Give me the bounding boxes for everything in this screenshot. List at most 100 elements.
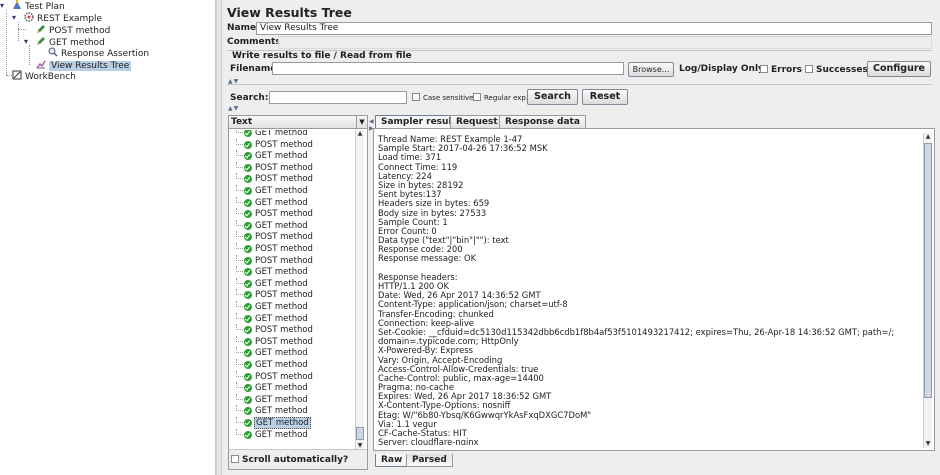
success-check-icon [244,291,252,300]
search-label: Search: [230,93,269,103]
success-check-icon [244,210,252,219]
collapse-arrows-icon[interactable]: ▲▼ [228,105,239,112]
checkbox-box[interactable] [412,93,420,101]
success-check-icon [244,279,252,288]
chevron-down-icon[interactable]: ▼ [356,116,367,128]
errors-checkbox-label: Errors [771,65,803,75]
tab-raw[interactable]: Raw [375,454,409,467]
success-check-icon [244,303,252,311]
regex-checkbox[interactable]: Regular exp. [473,92,528,104]
result-line: Connect Time: 119 [378,161,458,172]
tree-connector [236,405,243,412]
list-item-label: GET method [255,429,308,440]
pane-splitter[interactable] [216,0,222,475]
result-line: Etag: W/"6b80-Ybsq/K6GwwqrYkAsFxqDXGC7Do… [378,409,592,420]
checkbox-box[interactable] [805,65,813,73]
browse-button[interactable]: Browse... [628,62,674,77]
scrollbar-thumb[interactable] [356,427,364,440]
list-item-label: POST method [255,174,313,185]
sampler-result-text[interactable]: Thread Name: REST Example 1-47 Sample Sta… [378,135,916,445]
tab-sampler-result[interactable]: Sampler result [375,115,462,128]
tree-connector [236,417,243,423]
tree-connector [236,243,243,249]
tree-connector [236,428,243,435]
expand-toggle-icon[interactable]: ▾ [12,12,16,24]
tree-connector [236,277,243,284]
scroll-automatically-checkbox[interactable]: Scroll automatically? [231,454,348,466]
result-line: Response headers: [378,271,458,282]
success-check-icon [244,326,252,335]
errors-checkbox[interactable]: Errors [760,64,802,76]
list-item-label: GET method [255,394,308,405]
checkbox-box[interactable] [231,455,239,463]
checkbox-box[interactable] [473,93,481,101]
tab-request[interactable]: Request [450,115,504,128]
magnifier-icon [48,47,58,57]
tree-connector [236,150,243,157]
configure-button[interactable]: Configure [867,61,931,77]
result-line: Body size in bytes: 27533 [378,207,487,218]
tree-connector [236,324,243,331]
success-check-icon [244,245,252,253]
tree-connector [236,130,243,133]
list-item-label: GET method [255,278,308,289]
success-check-icon [244,419,252,427]
comments-field[interactable] [278,36,932,49]
tree-connector [236,301,243,307]
test-plan-icon [13,0,21,9]
tab-response-data[interactable]: Response data [499,115,586,128]
result-line: Sample Start: 2017-04-26 17:36:52 MSK [378,143,548,154]
search-input[interactable] [269,91,407,104]
tree-item-workbench[interactable]: WorkBench [12,70,76,82]
list-item-label: GET method [255,302,308,312]
success-check-icon [244,198,252,207]
scroll-up-icon[interactable]: ▲ [924,133,932,141]
tree-item-rest-example[interactable]: ▾ REST Example [12,12,102,24]
tree-connector [236,138,243,145]
results-column-title: Text [231,117,253,127]
search-button[interactable]: Search [527,89,578,105]
tree-connector [236,185,243,191]
tree-connector [236,208,243,215]
expand-toggle-icon[interactable]: ▾ [0,0,4,12]
success-check-icon [244,314,252,323]
checkbox-box[interactable] [760,65,768,73]
comments-label: Comments: [227,37,285,47]
filename-input[interactable] [272,62,624,75]
list-item-label: POST method [255,209,313,220]
results-list-header[interactable]: Text ▼ [229,116,367,129]
workbench-icon [12,70,22,80]
tree-connector [236,231,243,238]
reset-button[interactable]: Reset [582,89,628,105]
tree-item-test-plan[interactable]: ▾ Test Plan [0,0,65,12]
test-plan-tree[interactable]: ▾ Test Plan ▾ REST Example POST method ▾… [0,0,216,475]
sampler-result-scrollbar[interactable]: ▲ ▼ [923,133,932,448]
success-check-icon [244,372,252,381]
case-sensitive-checkbox[interactable]: Case sensitive [412,92,473,104]
success-check-icon [244,337,252,346]
success-check-icon [244,163,252,172]
scrollbar-thumb[interactable] [924,143,932,398]
successes-checkbox-label: Successes [816,65,868,75]
list-item-label: GET method [255,360,308,370]
scroll-up-icon[interactable]: ▲ [356,130,364,138]
result-line: Load time: 371 [378,152,442,163]
tree-connector [6,10,7,75]
tab-parsed[interactable]: Parsed [406,454,453,467]
tree-connector [236,335,243,342]
expand-toggle-icon[interactable]: ▾ [24,36,28,48]
tree-item-post-method[interactable]: POST method [36,24,110,36]
results-list[interactable]: GET method POST method GET method POST meth… [229,130,355,450]
scroll-down-icon[interactable]: ▼ [924,440,932,448]
name-field[interactable]: View Results Tree [256,22,932,35]
list-item-label: POST method [255,244,313,254]
thread-group-gear-icon [24,12,34,22]
tree-item-response-assertion[interactable]: Response Assertion [48,47,149,59]
successes-checkbox[interactable]: Successes [805,64,868,76]
result-line: Size in bytes: 28192 [378,179,464,190]
tree-connector [236,347,243,354]
success-check-icon [244,361,252,369]
results-list-scrollbar[interactable]: ▲ ▼ [355,130,364,450]
result-line: Response message: OK [378,253,477,264]
tree-connector [236,266,243,273]
